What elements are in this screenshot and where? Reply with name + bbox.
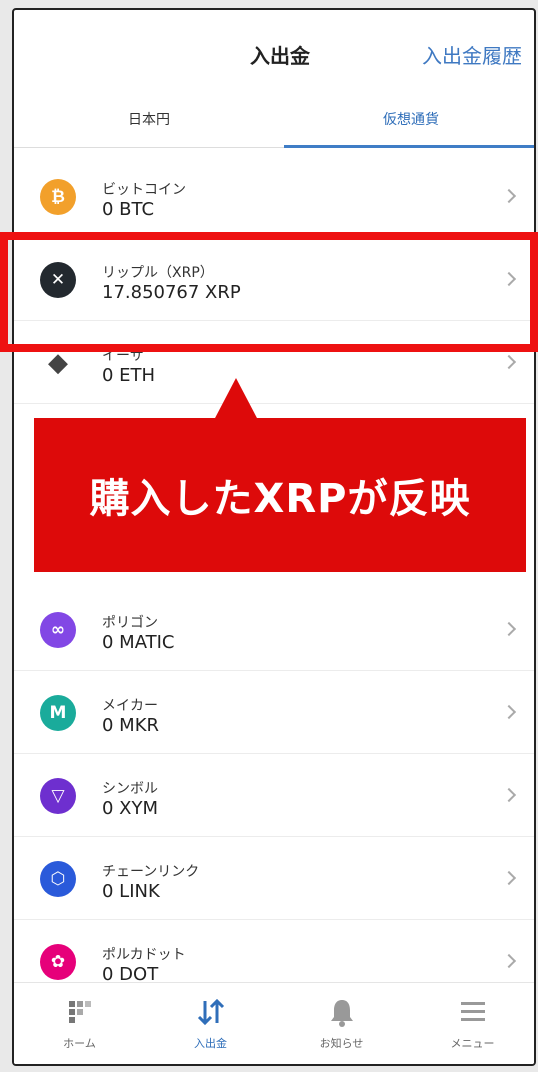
nav-menu[interactable]: メニュー <box>407 983 534 1064</box>
coin-balance: 0 LINK <box>102 881 160 902</box>
bitcoin-icon: ₿ <box>40 179 76 215</box>
coin-row[interactable]: M メイカー 0 MKR <box>14 671 534 754</box>
nav-menu-label: メニュー <box>450 1037 495 1050</box>
maker-icon: M <box>40 695 76 731</box>
ethereum-icon: ◆ <box>48 348 68 378</box>
nav-notice-label: お知らせ <box>319 1037 364 1050</box>
coin-name: ポルカドット <box>102 947 186 963</box>
coin-balance: 0 XYM <box>102 798 159 819</box>
bottom-nav: ホーム 入出金 お知らせ メニュー <box>14 982 534 1064</box>
coin-name: メイカー <box>102 698 158 714</box>
callout-pointer <box>214 378 258 420</box>
chevron-right-icon <box>501 354 517 370</box>
nav-transfer[interactable]: 入出金 <box>145 983 276 1064</box>
history-link[interactable]: 入出金履歴 <box>422 40 522 69</box>
chevron-right-icon <box>501 953 517 969</box>
polygon-icon: ∞ <box>40 612 76 648</box>
menu-icon <box>460 1002 485 1021</box>
coin-row[interactable]: ▽ シンボル 0 XYM <box>14 754 534 837</box>
page-title: 入出金 <box>250 44 310 68</box>
coin-row[interactable]: ✕ リップル（XRP） 17.850767 XRP <box>14 238 534 321</box>
transfer-icon <box>197 998 224 1026</box>
xrp-icon: ✕ <box>40 262 76 298</box>
nav-notice[interactable]: お知らせ <box>276 983 407 1064</box>
coin-name: チェーンリンク <box>102 864 200 880</box>
coin-name: リップル（XRP） <box>102 265 214 281</box>
coin-row[interactable]: ∞ ポリゴン 0 MATIC <box>14 588 534 671</box>
coin-balance: 0 BTC <box>102 199 155 220</box>
chevron-right-icon <box>501 787 517 803</box>
nav-home-label: ホーム <box>63 1037 96 1050</box>
header: 入出金 入出金履歴 <box>14 10 534 100</box>
chevron-right-icon <box>501 704 517 720</box>
tab-jpy[interactable]: 日本円 <box>14 98 284 148</box>
coin-row[interactable]: ◆ イーサ 0 ETH <box>14 321 534 404</box>
currency-tabs: 日本円 仮想通貨 <box>14 98 534 148</box>
coin-balance: 17.850767 XRP <box>102 282 241 303</box>
chevron-right-icon <box>501 870 517 886</box>
coin-name: ポリゴン <box>102 615 158 631</box>
nav-transfer-label: 入出金 <box>194 1037 227 1050</box>
coin-row[interactable]: ₿ ビットコイン 0 BTC <box>14 155 534 238</box>
coin-balance: 0 MATIC <box>102 632 175 653</box>
chevron-right-icon <box>501 621 517 637</box>
chevron-right-icon <box>501 271 517 287</box>
chevron-right-icon <box>501 188 517 204</box>
annotation-callout: 購入したXRPが反映 <box>34 418 526 572</box>
home-icon <box>68 1001 91 1023</box>
symbol-icon: ▽ <box>40 778 76 814</box>
coin-row[interactable]: ⬡ チェーンリンク 0 LINK <box>14 837 534 920</box>
bell-icon <box>330 1000 353 1027</box>
coin-balance: 0 ETH <box>102 365 156 386</box>
nav-home[interactable]: ホーム <box>14 983 145 1064</box>
coin-name: ビットコイン <box>102 182 186 198</box>
active-tab-indicator <box>284 145 534 148</box>
coin-balance: 0 MKR <box>102 715 160 736</box>
coin-name: シンボル <box>102 781 158 797</box>
coin-name: イーサ <box>102 348 144 364</box>
chainlink-icon: ⬡ <box>40 861 76 897</box>
tab-crypto[interactable]: 仮想通貨 <box>284 98 534 148</box>
polkadot-icon: ✿ <box>40 944 76 980</box>
